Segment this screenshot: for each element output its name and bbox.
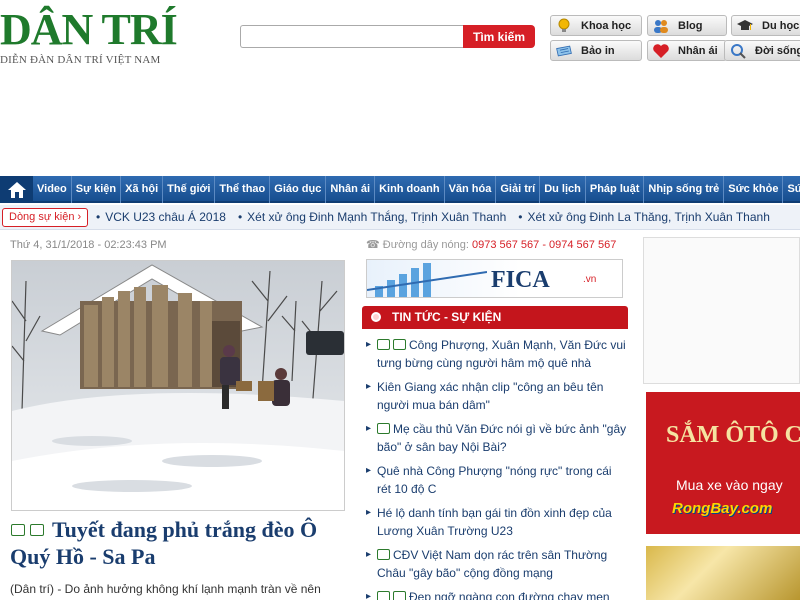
news-item[interactable]: Công Phượng, Xuân Mạnh, Văn Đức vui tưng… <box>366 336 628 378</box>
main-nav: Video Sự kiện Xã hội Thế giới Thể thao G… <box>0 176 800 203</box>
nav-item-van-hoa[interactable]: Văn hóa <box>445 176 497 203</box>
news-item-text: Quê nhà Công Phượng "nóng rực" trong cái… <box>377 464 612 496</box>
lightbulb-icon <box>555 18 573 34</box>
ad-placeholder[interactable] <box>643 237 800 384</box>
ticker-items: VCK U23 châu Á 2018 Xét xử ông Đinh Mạnh… <box>96 205 782 230</box>
ad-image[interactable] <box>646 546 800 600</box>
home-icon[interactable] <box>0 176 33 203</box>
quicklink-label: Blog <box>678 19 703 32</box>
nav-item-giai-tri[interactable]: Giải trí <box>496 176 541 203</box>
news-item-text: Đẹp ngỡ ngàng con đường chạy men <box>409 590 610 600</box>
search-badge-icon <box>729 43 747 59</box>
nav-item-phap-luat[interactable]: Pháp luật <box>586 176 645 203</box>
ticker-label[interactable]: Dòng sự kiện › <box>2 208 89 227</box>
heart-icon <box>652 43 670 59</box>
nav-item-video[interactable]: Video <box>33 176 72 203</box>
quicklink-blog[interactable]: Blog <box>647 15 727 36</box>
logo-text: DÂN TRÍ <box>0 5 178 54</box>
nav-item-nhip-song-tre[interactable]: Nhịp sống trẻ <box>644 176 725 203</box>
nav-item-the-gioi[interactable]: Thế giới <box>163 176 216 203</box>
hotline: ☎ Đường dây nóng: 0973 567 567 - 0974 56… <box>366 238 616 251</box>
photo-icon <box>377 339 390 350</box>
page: DÂN TRÍ DIỄN ĐÀN DÂN TRÍ VIỆT NAM Tìm ki… <box>0 0 800 600</box>
nav-item-giao-duc[interactable]: Giáo dục <box>270 176 327 203</box>
news-item[interactable]: Hé lộ danh tính bạn gái tin đồn xinh đẹp… <box>366 504 628 546</box>
fica-suffix: .vn <box>583 274 597 285</box>
video-icon <box>393 339 406 350</box>
ticker-item[interactable]: VCK U23 châu Á 2018 <box>96 205 226 230</box>
news-section-title: TIN TỨC - SỰ KIỆN <box>392 310 502 324</box>
main-headline-text: Tuyết đang phủ trắng đèo Ô Quý Hồ - Sa P… <box>10 517 318 569</box>
video-icon <box>393 591 406 600</box>
video-icon <box>377 549 390 560</box>
quicklink-bao-in[interactable]: Bảo in <box>550 40 642 61</box>
quicklink-doi-song[interactable]: Đời sống <box>724 40 800 61</box>
video-icon <box>377 423 390 434</box>
car-ad-title: SẮM ÔTÔ C <box>666 422 800 448</box>
news-item-text: CĐV Việt Nam dọn rác trên sân Thường Châ… <box>377 548 608 580</box>
news-item-text: Kiên Giang xác nhận clip "công an bêu tê… <box>377 380 604 412</box>
news-item[interactable]: CĐV Việt Nam dọn rác trên sân Thường Châ… <box>366 546 628 588</box>
quicklink-label: Bảo in <box>581 44 615 57</box>
nav-item-the-thao[interactable]: Thể thao <box>215 176 271 203</box>
quicklink-khoa-hoc[interactable]: Khoa học <box>550 15 642 36</box>
news-item[interactable]: Đẹp ngỡ ngàng con đường chạy men <box>366 588 628 600</box>
ticker-item[interactable]: Xét xử ông Đinh Mạnh Thắng, Trịnh Xuân T… <box>238 205 506 230</box>
ticker-item[interactable]: Xét xử ông Đinh La Thăng, Trịnh Xuân Tha… <box>518 205 769 230</box>
quicklink-du-hoc[interactable]: Du học <box>731 15 800 36</box>
search-button[interactable]: Tìm kiếm <box>463 25 535 48</box>
people-icon <box>652 18 670 34</box>
fica-logo-text: FICA <box>491 267 550 293</box>
phone-icon: ☎ <box>366 239 380 251</box>
article-datetime: Thứ 4, 31/1/2018 - 02:23:43 PM <box>10 239 167 251</box>
photo-icon <box>377 591 390 600</box>
event-ticker: Dòng sự kiện › VCK U23 châu Á 2018 Xét x… <box>0 205 800 230</box>
quicklink-label: Khoa học <box>581 19 632 32</box>
bullet-icon <box>371 312 381 322</box>
news-item[interactable]: Quê nhà Công Phượng "nóng rực" trong cái… <box>366 462 628 504</box>
news-section-header[interactable]: TIN TỨC - SỰ KIỆN <box>362 306 628 329</box>
news-list: Công Phượng, Xuân Mạnh, Văn Đức vui tưng… <box>366 336 628 600</box>
newspaper-icon <box>555 43 573 59</box>
news-item-text: Mẹ cầu thủ Văn Đức nói gì về bức ảnh "gâ… <box>377 422 627 454</box>
quicklink-label: Du học <box>762 19 800 32</box>
hotline-label: Đường dây nóng: <box>382 239 469 251</box>
nav-item-suc-khoe[interactable]: Sức khỏe <box>724 176 784 203</box>
nav-item-nhan-ai[interactable]: Nhân ái <box>326 176 376 203</box>
site-logo[interactable]: DÂN TRÍ DIỄN ĐÀN DÂN TRÍ VIỆT NAM <box>0 5 180 67</box>
hero-image[interactable] <box>11 260 345 511</box>
quicklink-label: Nhân ái <box>678 44 718 57</box>
main-summary: (Dân trí) - Do ảnh hưởng không khí lạnh … <box>10 582 321 596</box>
fica-banner[interactable]: FICA .vn <box>366 259 623 298</box>
main-headline[interactable]: Tuyết đang phủ trắng đèo Ô Quý Hồ - Sa P… <box>10 516 355 570</box>
news-item-text: Hé lộ danh tính bạn gái tin đồn xinh đẹp… <box>377 506 612 538</box>
car-ad-subtitle: Mua xe vào ngay <box>676 477 783 493</box>
nav-items: Video Sự kiện Xã hội Thế giới Thể thao G… <box>33 176 800 203</box>
nav-item-kinh-doanh[interactable]: Kinh doanh <box>375 176 445 203</box>
quicklink-nhan-ai[interactable]: Nhân ái <box>647 40 727 61</box>
graduation-cap-icon <box>736 18 754 34</box>
nav-item-xa-hoi[interactable]: Xã hội <box>121 176 164 203</box>
ticker-label-text: Dòng sự kiện <box>9 211 75 223</box>
nav-item-suc-manh[interactable]: Sức mạ <box>783 176 800 203</box>
nav-item-du-lich[interactable]: Du lịch <box>540 176 586 203</box>
quicklink-label: Đời sống <box>755 44 800 57</box>
news-item-text: Công Phượng, Xuân Mạnh, Văn Đức vui tưng… <box>377 338 626 370</box>
nav-item-su-kien[interactable]: Sự kiện <box>72 176 122 203</box>
car-ad-brand: RongBay.com <box>672 500 773 517</box>
news-item[interactable]: Mẹ cầu thủ Văn Đức nói gì về bức ảnh "gâ… <box>366 420 628 462</box>
logo-subtitle: DIỄN ĐÀN DÂN TRÍ VIỆT NAM <box>0 54 161 66</box>
news-item[interactable]: Kiên Giang xác nhận clip "công an bêu tê… <box>366 378 628 420</box>
search-input[interactable] <box>240 25 464 48</box>
hotline-numbers: 0973 567 567 - 0974 567 567 <box>471 239 617 251</box>
car-ad-banner[interactable]: SẮM ÔTÔ C Mua xe vào ngay RongBay.com <box>646 392 800 534</box>
